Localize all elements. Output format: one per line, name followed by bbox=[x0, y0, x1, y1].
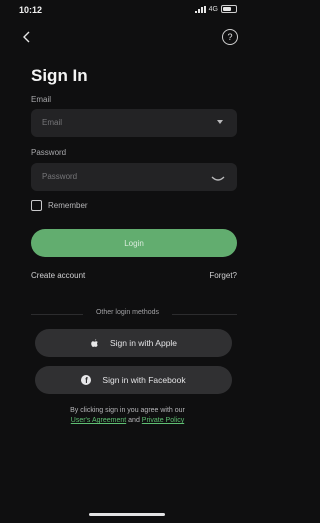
facebook-signin-label: Sign in with Facebook bbox=[102, 375, 186, 385]
signal-icon bbox=[194, 5, 206, 13]
email-label: Email bbox=[31, 95, 52, 104]
terms-line2: User's Agreement and Private Policy bbox=[0, 416, 255, 426]
remember-label: Remember bbox=[48, 201, 88, 210]
terms-line1: By clicking sign in you agree with our bbox=[70, 407, 185, 414]
dropdown-arrow-icon[interactable] bbox=[217, 120, 223, 124]
apple-signin-label: Sign in with Apple bbox=[109, 338, 178, 348]
eye-closed-icon[interactable] bbox=[211, 171, 225, 181]
other-login-methods-label: Other login methods bbox=[95, 309, 160, 316]
forget-password-link[interactable]: Forget? bbox=[209, 271, 237, 280]
help-icon[interactable]: ? bbox=[222, 29, 238, 45]
status-icons: 4G bbox=[194, 5, 237, 13]
back-arrow-icon[interactable] bbox=[20, 30, 34, 44]
email-field[interactable]: Email bbox=[31, 109, 237, 137]
email-placeholder: Email bbox=[42, 118, 63, 127]
password-field[interactable]: Password bbox=[31, 163, 237, 191]
login-button[interactable]: Login bbox=[31, 229, 237, 257]
privacy-policy-link[interactable]: Private Policy bbox=[142, 417, 184, 424]
create-account-link[interactable]: Create account bbox=[31, 271, 85, 280]
home-indicator bbox=[89, 513, 165, 516]
password-label: Password bbox=[31, 148, 67, 157]
user-agreement-link[interactable]: User's Agreement bbox=[71, 417, 126, 424]
password-placeholder: Password bbox=[42, 172, 78, 181]
battery-icon bbox=[221, 5, 237, 13]
apple-icon bbox=[90, 338, 99, 348]
network-type: 4G bbox=[208, 5, 218, 13]
terms-and: and bbox=[128, 417, 140, 424]
page-title: Sign In bbox=[31, 66, 88, 85]
terms-text: By clicking sign in you agree with our U… bbox=[0, 406, 255, 426]
login-button-label: Login bbox=[124, 238, 144, 248]
apple-signin-button[interactable]: Sign in with Apple bbox=[35, 329, 232, 357]
remember-checkbox[interactable] bbox=[31, 200, 42, 211]
status-bar: 10:12 4G bbox=[0, 0, 255, 22]
status-time: 10:12 bbox=[19, 5, 43, 15]
facebook-signin-button[interactable]: f Sign in with Facebook bbox=[35, 366, 232, 394]
facebook-icon: f bbox=[81, 375, 92, 385]
